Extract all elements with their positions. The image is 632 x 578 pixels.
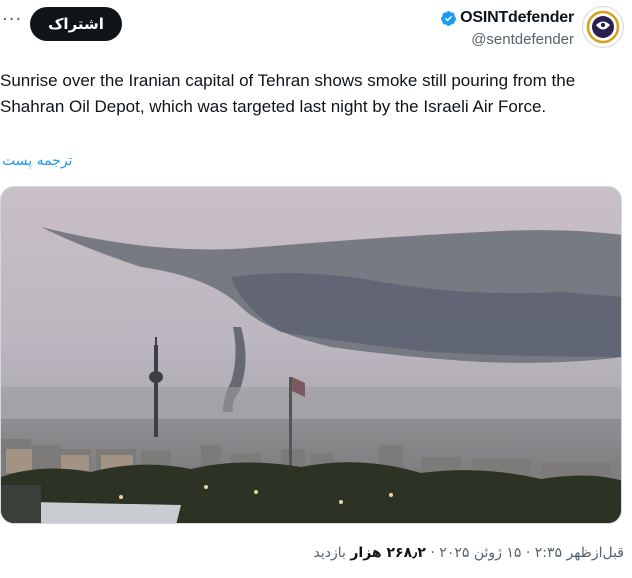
verified-badge-icon bbox=[441, 10, 457, 26]
display-name[interactable]: OSINTdefender bbox=[460, 9, 574, 27]
views-label: بازدید bbox=[313, 545, 346, 561]
views-count: ۲۶۸٫۲ هزار bbox=[350, 545, 426, 561]
tweet-photo[interactable] bbox=[0, 186, 622, 524]
tehran-smoke-photo bbox=[1, 187, 621, 523]
avatar[interactable] bbox=[582, 6, 624, 48]
tweet-text: Sunrise over the Iranian capital of Tehr… bbox=[0, 71, 576, 116]
more-options-icon[interactable]: ··· bbox=[2, 10, 22, 30]
follow-button[interactable]: اشتراک bbox=[30, 7, 122, 41]
tweet-meta: قبل‌ازظهر ۲:۳۵ · ۱۵ ژوئن ۲۰۲۵ · ۲۶۸٫۲ هز… bbox=[314, 545, 625, 561]
author-info: OSINTdefender @sentdefender bbox=[440, 9, 574, 48]
display-name-row: OSINTdefender bbox=[440, 9, 574, 27]
user-handle[interactable]: @sentdefender bbox=[440, 31, 574, 48]
translate-post-link[interactable]: ترجمه پست bbox=[2, 153, 72, 169]
osint-logo-icon bbox=[584, 8, 622, 46]
tweet-date[interactable]: ۱۵ ژوئن ۲۰۲۵ bbox=[439, 545, 521, 561]
meta-separator: · bbox=[430, 545, 435, 561]
meta-separator: · bbox=[525, 545, 531, 561]
tweet-time[interactable]: قبل‌ازظهر ۲:۳۵ bbox=[535, 545, 624, 561]
